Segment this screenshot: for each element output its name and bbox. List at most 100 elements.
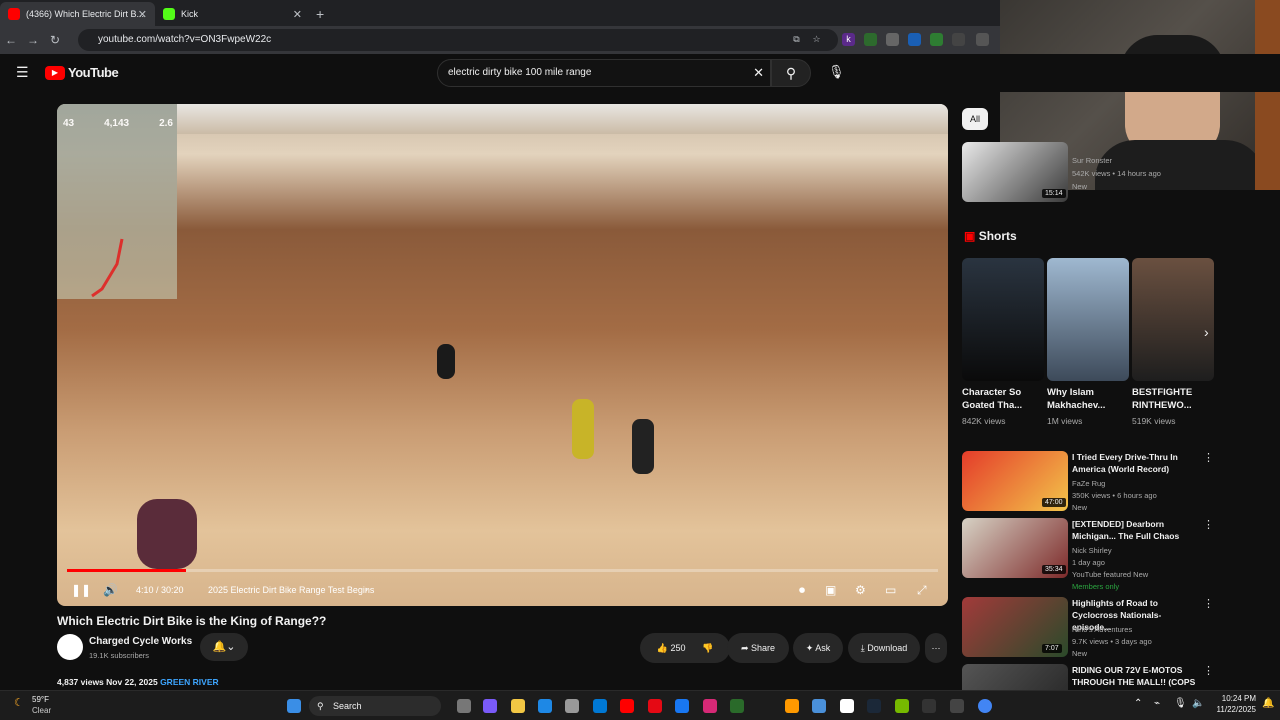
video-title[interactable]: RIDING OUR 72V E-MOTOS THROUGH THE MALL!… — [1072, 664, 1200, 690]
more-options-icon[interactable]: ⋮ — [1203, 518, 1214, 531]
short-thumbnail[interactable] — [962, 258, 1044, 381]
clock-time[interactable]: 10:24 PM — [1216, 694, 1256, 703]
short-title[interactable]: Why Islam Makhachev... — [1047, 386, 1117, 412]
volume-icon[interactable]: 🔊 — [103, 583, 118, 597]
short-thumbnail[interactable] — [1047, 258, 1129, 381]
pause-icon[interactable]: ❚❚ — [71, 583, 91, 597]
more-options-icon[interactable]: ⋮ — [1203, 597, 1214, 610]
steam-icon[interactable] — [867, 699, 881, 713]
search-input[interactable]: electric dirty bike 100 mile range ✕ — [437, 59, 771, 87]
channel-avatar[interactable] — [57, 634, 83, 660]
tiktok-icon[interactable] — [840, 699, 854, 713]
share-button[interactable]: ➦ Share — [727, 633, 789, 663]
microphone-icon[interactable]: 🎙 — [828, 64, 845, 80]
extension-grammar-icon[interactable] — [930, 33, 943, 46]
amazon-icon[interactable] — [785, 699, 799, 713]
instagram-icon[interactable] — [703, 699, 717, 713]
install-icon[interactable]: ⧉ — [790, 33, 803, 46]
close-tab-icon[interactable]: ✕ — [293, 8, 302, 21]
short-title[interactable]: BESTFIGHTE RINTHEWO... — [1132, 386, 1202, 412]
filter-chip-all[interactable]: All — [962, 108, 988, 130]
epic-games-icon[interactable] — [922, 699, 936, 713]
ask-button[interactable]: ✦ Ask — [793, 633, 843, 663]
extension-puzzle-icon[interactable] — [976, 33, 989, 46]
outlook-icon[interactable] — [593, 699, 607, 713]
thumbs-up-icon[interactable]: 👍 — [657, 643, 668, 653]
autoplay-toggle[interactable]: ⏺ — [799, 583, 805, 598]
video-title[interactable]: [EXTENDED] Dearborn Michigan... The Full… — [1072, 518, 1200, 542]
extension-gray-icon[interactable] — [886, 33, 899, 46]
extension-k-icon[interactable]: k — [842, 33, 855, 46]
tray-overflow-icon[interactable]: ⌃ — [1134, 698, 1142, 709]
location-tag[interactable]: GREEN RIVER — [160, 677, 219, 687]
channel-name[interactable]: Charged Cycle Works — [89, 636, 192, 647]
weather-temp[interactable]: 59°F — [32, 695, 49, 704]
short-title[interactable]: Character So Goated Tha... — [962, 386, 1032, 412]
thumbs-down-icon[interactable]: 👎 — [702, 643, 713, 653]
progress-bar[interactable] — [67, 569, 938, 572]
captions-icon[interactable]: ▣ — [825, 583, 836, 597]
taskbar-search[interactable]: ⚲ Search — [309, 696, 441, 716]
netflix-icon[interactable] — [648, 699, 662, 713]
more-options-icon[interactable]: ⋮ — [1203, 664, 1214, 677]
tab-youtube[interactable]: (4366) Which Electric Dirt B... ✕ — [0, 2, 155, 26]
app-icon[interactable] — [812, 699, 826, 713]
video-player[interactable]: 43 4,143 2.6 ❚❚ 🔊 4:10 / 30:20 2025 Elec… — [57, 104, 948, 606]
app-icon[interactable] — [730, 699, 744, 713]
url-field[interactable]: youtube.com/watch?v=ON3FwpeW22c — [78, 29, 838, 51]
chrome-icon[interactable] — [978, 699, 992, 713]
settings-gear-icon[interactable]: ⚙ — [855, 583, 866, 597]
menu-icon[interactable]: ☰ — [16, 64, 29, 81]
recommended-video[interactable]: 7:07 Highlights of Road to Cyclocross Na… — [962, 597, 1214, 658]
forward-icon[interactable]: → — [22, 33, 44, 47]
clear-search-icon[interactable]: ✕ — [753, 60, 764, 86]
theater-mode-icon[interactable]: ▭ — [885, 583, 896, 597]
youtube-logo-text[interactable]: YouTube — [68, 65, 119, 80]
facebook-icon[interactable] — [675, 699, 689, 713]
recommended-video[interactable]: RIDING OUR 72V E-MOTOS THROUGH THE MALL!… — [962, 664, 1214, 690]
reload-icon[interactable]: ↻ — [44, 33, 66, 47]
like-count[interactable]: 250 — [670, 643, 685, 653]
channel-name[interactable]: Sur Ronster — [1072, 156, 1112, 165]
tab-kick[interactable]: Kick ✕ — [155, 2, 310, 26]
search-button[interactable]: ⚲ — [771, 59, 811, 87]
notification-icon[interactable]: 🔔 — [1262, 698, 1274, 709]
bookmark-star-icon[interactable]: ☆ — [810, 33, 823, 46]
store-icon[interactable] — [565, 699, 579, 713]
more-options-icon[interactable]: ⋮ — [1203, 451, 1214, 464]
recommended-video[interactable]: 15:14 Sur Ronster 542K views • 14 hours … — [962, 142, 1214, 202]
edge-icon[interactable] — [538, 699, 552, 713]
video-thumbnail[interactable] — [962, 664, 1068, 690]
chevron-right-icon[interactable]: › — [365, 584, 368, 594]
close-tab-icon[interactable]: ✕ — [138, 8, 147, 21]
network-icon[interactable]: ⌁ — [1154, 698, 1160, 709]
extension-download-icon[interactable] — [952, 33, 965, 46]
nvidia-icon[interactable] — [895, 699, 909, 713]
fullscreen-icon[interactable]: ⤢ — [917, 583, 927, 598]
channel-name[interactable]: FaZe Rug — [1072, 479, 1105, 488]
youtube-app-icon[interactable] — [620, 699, 634, 713]
download-button[interactable]: ⤓ Download — [848, 633, 920, 663]
recommended-video[interactable]: 47:00 I Tried Every Drive-Thru In Americ… — [962, 451, 1214, 512]
windows-start-icon[interactable] — [287, 699, 301, 713]
extension-blue-icon[interactable] — [908, 33, 921, 46]
more-actions-button[interactable]: ⋯ — [925, 633, 947, 663]
new-tab-icon[interactable]: + — [316, 2, 324, 26]
copilot-icon[interactable] — [483, 699, 497, 713]
channel-name[interactable]: Nino's Adventures — [1072, 625, 1132, 634]
back-icon[interactable]: ← — [0, 33, 22, 47]
recommended-video[interactable]: 35:34 [EXTENDED] Dearborn Michigan... Th… — [962, 518, 1214, 591]
chapter-title[interactable]: 2025 Electric Dirt Bike Range Test Begin… — [208, 585, 374, 595]
app-icon[interactable] — [950, 699, 964, 713]
file-explorer-icon[interactable] — [511, 699, 525, 713]
short-thumbnail[interactable] — [1132, 258, 1214, 381]
task-view-icon[interactable] — [457, 699, 471, 713]
extension-green-icon[interactable] — [864, 33, 877, 46]
chevron-right-icon[interactable]: › — [1204, 324, 1209, 340]
microphone-icon[interactable]: 🎙 — [1174, 698, 1187, 709]
notification-bell-button[interactable]: 🔔⌄ — [200, 633, 248, 661]
channel-name[interactable]: Nick Shirley — [1072, 546, 1112, 555]
video-title[interactable]: I Tried Every Drive-Thru In America (Wor… — [1072, 451, 1200, 475]
youtube-logo-icon[interactable]: ▶ — [45, 66, 65, 80]
volume-icon[interactable]: 🔈 — [1192, 698, 1204, 709]
